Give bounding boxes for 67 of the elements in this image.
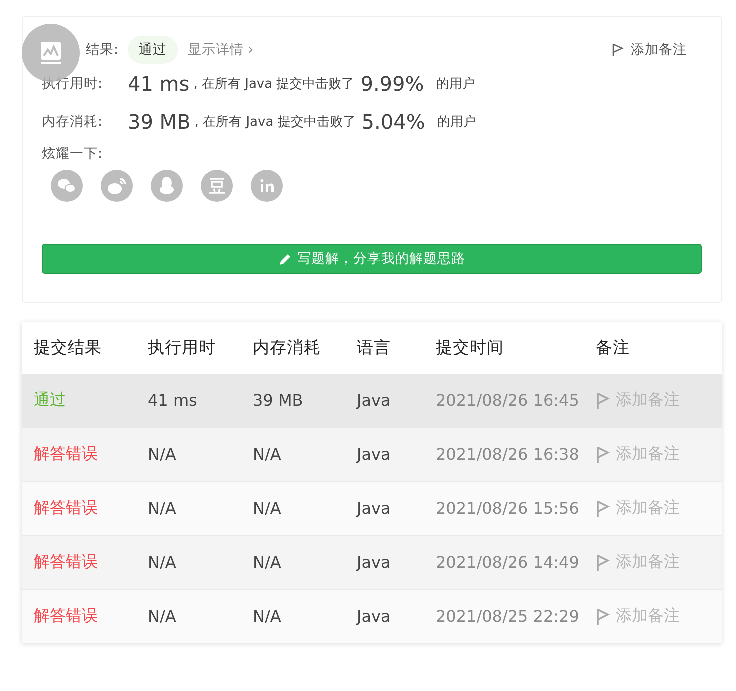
flag-icon [596,392,610,410]
table-cell-text: 2021/08/26 16:45 [436,391,580,410]
share-label: 炫耀一下: [42,145,104,163]
table-cell-text: N/A [148,445,178,464]
stat-text: , 在所有 Java 提交中击败了 [194,76,355,93]
table-cell-text: 41 ms [148,391,198,410]
status-badge: 通过 [128,36,178,64]
stat-percent: 5.04% [362,110,426,134]
column-header: 提交时间 [436,337,505,359]
status-link[interactable]: 解答错误 [22,552,148,573]
submission-row[interactable]: 解答错误 N/A N/A Java 2021/08/26 15:56 添加备注 [22,481,722,535]
in-letters-icon[interactable] [251,170,283,202]
table-cell-text: 2021/08/25 22:29 [436,607,580,626]
stat-value: 41 ms [128,72,190,96]
status-link[interactable]: 解答错误 [22,444,148,465]
flag-icon [596,446,610,464]
flag-icon [596,554,610,572]
add-note-button[interactable]: 添加备注 [596,606,680,627]
eye-waves-icon[interactable] [101,170,133,202]
stat-value: 39 MB [128,110,191,134]
submission-row[interactable]: 解答错误 N/A N/A Java 2021/08/26 14:49 添加备注 [22,535,722,589]
submission-row[interactable]: 解答错误 N/A N/A Java 2021/08/25 22:29 添加备注 [22,589,722,643]
table-cell-text: N/A [253,499,282,518]
table-cell-text: 39 MB [253,391,304,410]
status-link[interactable]: 通过 [22,390,148,411]
table-cell-text: Java [357,553,392,572]
pencil-icon [278,252,292,266]
table-cell-text: 2021/08/26 15:56 [436,499,580,518]
add-note-button[interactable]: 添加备注 [612,41,687,59]
stat-percent: 9.99% [360,72,424,96]
table-cell-text: N/A [148,607,178,626]
table-cell-text: N/A [148,499,178,518]
table-cell-text: N/A [253,553,282,572]
flag-icon [596,608,610,626]
write-solution-button[interactable]: 写题解，分享我的解题思路 [42,244,702,274]
penguin-icon[interactable] [151,170,183,202]
bean-glyph-icon[interactable] [201,170,233,202]
chat-bubbles-icon[interactable] [51,170,83,202]
table-cell-text: N/A [148,553,178,572]
table-cell-text: Java [357,391,392,410]
column-header: 语言 [357,337,392,359]
table-cell-text: N/A [253,445,282,464]
status-link[interactable]: 解答错误 [22,606,148,627]
column-header: 执行用时 [148,337,217,359]
table-cell-text: Java [357,445,392,464]
stat-text: , 在所有 Java 提交中击败了 [194,114,356,131]
status-link[interactable]: 解答错误 [22,498,148,519]
table-cell-text: 2021/08/26 14:49 [436,553,580,572]
column-header: 内存消耗 [253,337,322,359]
add-note-button[interactable]: 添加备注 [596,444,680,465]
table-cell-text: Java [357,607,392,626]
table-cell-text: Java [357,499,392,518]
submission-row[interactable]: 解答错误 N/A N/A Java 2021/08/26 16:38 添加备注 [22,427,722,481]
column-header: 提交结果 [33,337,103,359]
add-note-button[interactable]: 添加备注 [596,498,680,519]
show-details-link[interactable]: 显示详情 › [188,41,254,59]
stat-label: 内存消耗: [42,113,104,131]
column-header: 备注 [596,337,630,359]
table-cell-text: 2021/08/26 16:38 [436,445,580,464]
result-label: 结果: [85,41,120,59]
stat-label: 执行用时: [42,75,104,93]
flag-icon [612,43,624,57]
stat-text: 的用户 [437,114,476,131]
add-note-button[interactable]: 添加备注 [596,552,680,573]
flag-icon [596,500,610,518]
stat-text: 的用户 [436,76,476,93]
table-cell-text: N/A [253,607,282,626]
